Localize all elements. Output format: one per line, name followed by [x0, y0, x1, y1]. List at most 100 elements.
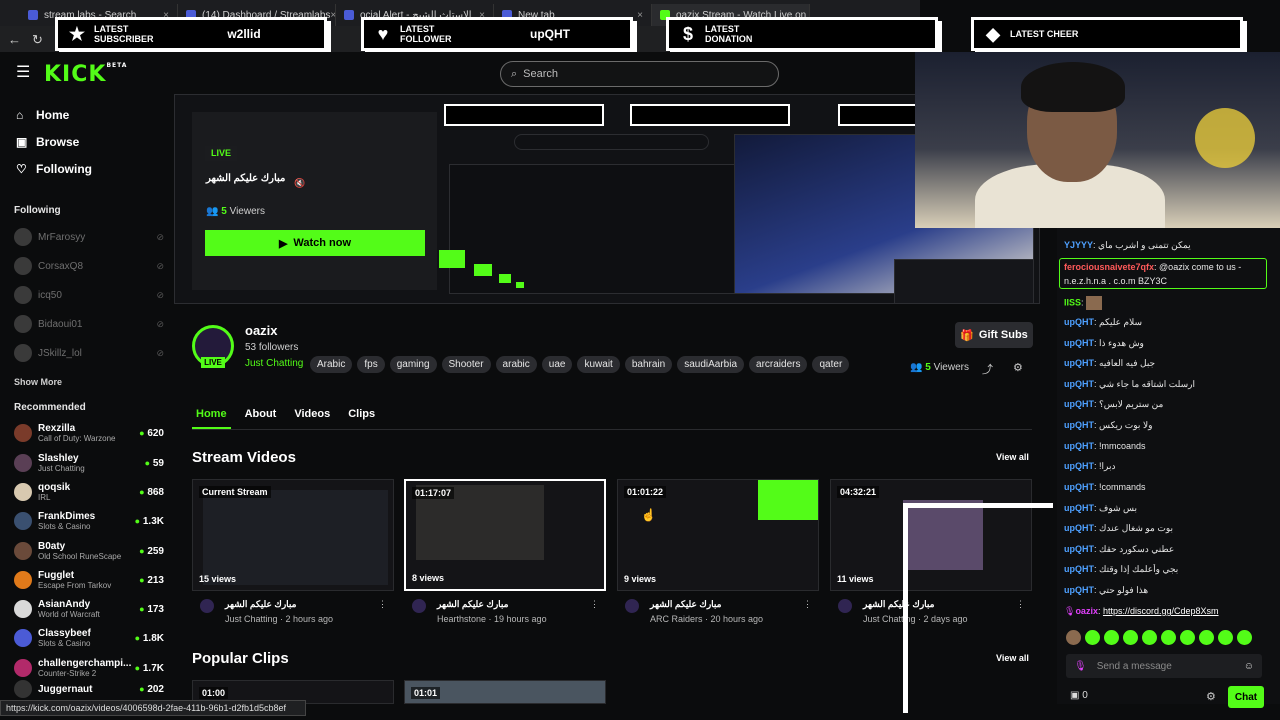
recommended-item[interactable]: Fugglet Escape From Tarkov ● 213: [14, 567, 164, 593]
recommended-item[interactable]: AsianAndy World of Warcraft ● 173: [14, 596, 164, 622]
channel-points[interactable]: ▣ 0: [1070, 690, 1088, 701]
chat-username[interactable]: upQHT: [1064, 420, 1094, 430]
channel-name[interactable]: oazix: [245, 323, 278, 338]
share-icon[interactable]: ⤴: [982, 361, 993, 377]
emote-icon[interactable]: [1142, 630, 1157, 645]
tag[interactable]: saudiAarbia: [677, 356, 745, 373]
chat-username[interactable]: YJYYY: [1064, 240, 1093, 250]
chat-username[interactable]: upQHT: [1064, 564, 1094, 574]
close-icon[interactable]: ×: [637, 10, 643, 21]
viewers-icon: 👥: [206, 206, 219, 217]
tag[interactable]: uae: [541, 356, 573, 373]
following-item[interactable]: Bidaoui01 ⊘: [14, 314, 164, 334]
recommended-item[interactable]: FrankDimes Slots & Casino ● 1.3K: [14, 508, 164, 534]
view-all-link[interactable]: View all: [996, 452, 1029, 462]
recommended-item[interactable]: Juggernaut ● 202: [14, 678, 164, 700]
recommended-item[interactable]: Slashley Just Chatting ● 59: [14, 450, 164, 476]
tag[interactable]: bahrain: [624, 356, 673, 373]
chat-send-button[interactable]: Chat: [1228, 686, 1264, 708]
following-item[interactable]: JSkillz_lol ⊘: [14, 343, 164, 363]
chat-username[interactable]: upQHT: [1064, 317, 1094, 327]
following-item[interactable]: CorsaxQ8 ⊘: [14, 256, 164, 276]
tag[interactable]: qater: [812, 356, 850, 373]
following-item[interactable]: icq50 ⊘: [14, 285, 164, 305]
more-options-icon[interactable]: ⋮: [803, 599, 812, 610]
mute-icon[interactable]: 🔇: [294, 178, 305, 189]
sidebar-item-following[interactable]: ♡ Following: [16, 162, 92, 176]
emote-icon[interactable]: [1161, 630, 1176, 645]
clip-thumbnail[interactable]: 01:01: [404, 680, 606, 704]
chat-username[interactable]: oazix: [1075, 606, 1098, 616]
video-duration: Current Stream: [199, 486, 271, 498]
video-title[interactable]: مبارك عليكم الشهر: [437, 599, 508, 610]
recommended-item[interactable]: Rexzilla Call of Duty: Warzone ● 620: [14, 420, 164, 446]
kick-logo[interactable]: KICKBETA: [44, 62, 127, 87]
more-options-icon[interactable]: ⋮: [590, 599, 599, 610]
chat-username[interactable]: upQHT: [1064, 461, 1094, 471]
chat-username[interactable]: upQHT: [1064, 482, 1094, 492]
emote-icon[interactable]: [1199, 630, 1214, 645]
emote-icon[interactable]: [1104, 630, 1119, 645]
chat-username[interactable]: upQHT: [1064, 523, 1094, 533]
emote-icon[interactable]: [1237, 630, 1252, 645]
avatar: [14, 629, 32, 647]
video-thumbnail[interactable]: 01:01:22 9 views: [617, 479, 819, 591]
emote-icon[interactable]: [1218, 630, 1233, 645]
emote-icon[interactable]: [1085, 630, 1100, 645]
chat-username[interactable]: upQHT: [1064, 379, 1094, 389]
chat-username[interactable]: IISS: [1064, 297, 1081, 307]
tag[interactable]: gaming: [389, 356, 437, 373]
follower-count: 53 followers: [245, 342, 299, 353]
gear-icon[interactable]: ⚙: [1206, 690, 1216, 703]
tag[interactable]: Arabic: [310, 356, 353, 373]
stream-category[interactable]: Just Chatting: [245, 358, 303, 369]
tab-home[interactable]: Home: [192, 406, 231, 429]
channel-category: IRL: [38, 492, 51, 502]
tab-about[interactable]: About: [241, 406, 281, 429]
chat-link[interactable]: https://discord.gg/Cdep8Xsm: [1103, 606, 1219, 616]
video-title[interactable]: مبارك عليكم الشهر: [225, 599, 296, 610]
tag[interactable]: arabic: [495, 356, 537, 373]
alert-value: upQHT: [530, 27, 570, 41]
emote-icon[interactable]: [1123, 630, 1138, 645]
back-arrow-icon[interactable]: ←: [8, 32, 21, 47]
more-options-icon[interactable]: ⋮: [378, 599, 387, 610]
clip-duration: 01:01: [411, 687, 441, 699]
video-thumbnail[interactable]: 01:17:07 8 views: [404, 479, 606, 591]
tag[interactable]: Shooter: [441, 356, 491, 373]
chat-username[interactable]: upQHT: [1064, 585, 1094, 595]
chat-username[interactable]: ferociousnaivete7qfx: [1064, 262, 1154, 272]
video-thumbnail[interactable]: Current Stream 15 views: [192, 479, 394, 591]
emote-icon[interactable]: [1180, 630, 1195, 645]
tag[interactable]: kuwait: [577, 356, 620, 373]
emoji-icon[interactable]: ☺: [1244, 661, 1254, 672]
search-input[interactable]: ⌕ Search: [500, 61, 779, 87]
chat-input[interactable]: 🎙 Send a message ☺: [1066, 654, 1262, 678]
chat-username[interactable]: upQHT: [1064, 503, 1094, 513]
tag[interactable]: fps: [357, 356, 385, 373]
recommended-item[interactable]: qoqsik IRL ● 868: [14, 479, 164, 505]
sidebar-item-home[interactable]: ⌂ Home: [16, 108, 69, 122]
chat-username[interactable]: upQHT: [1064, 338, 1094, 348]
gift-subs-button[interactable]: 🎁 Gift Subs: [955, 322, 1033, 348]
sidebar-item-browse[interactable]: ▣ Browse: [16, 135, 79, 149]
recommended-item[interactable]: B0aty Old School RuneScape ● 259: [14, 538, 164, 564]
following-item[interactable]: MrFarosyy ⊘: [14, 227, 164, 247]
recommended-item[interactable]: Classybeef Slots & Casino ● 1.8K: [14, 625, 164, 651]
tab-videos[interactable]: Videos: [290, 406, 334, 429]
camera-off-icon: ⊘: [156, 318, 164, 329]
chat-username[interactable]: upQHT: [1064, 399, 1094, 409]
chat-username[interactable]: upQHT: [1064, 441, 1094, 451]
tag[interactable]: arcraiders: [749, 356, 808, 373]
watch-now-button[interactable]: ▶ Watch now: [205, 230, 425, 256]
menu-icon[interactable]: ☰: [16, 65, 30, 81]
chat-username[interactable]: upQHT: [1064, 358, 1094, 368]
video-title[interactable]: مبارك عليكم الشهر: [650, 599, 721, 610]
streamer-hair: [1021, 62, 1125, 112]
reload-icon[interactable]: ↻: [32, 32, 43, 48]
show-more-link[interactable]: Show More: [14, 377, 62, 387]
user-settings-icon[interactable]: ⚙: [1013, 361, 1023, 374]
tab-clips[interactable]: Clips: [344, 406, 379, 429]
emote-icon[interactable]: [1066, 630, 1081, 645]
chat-username[interactable]: upQHT: [1064, 544, 1094, 554]
